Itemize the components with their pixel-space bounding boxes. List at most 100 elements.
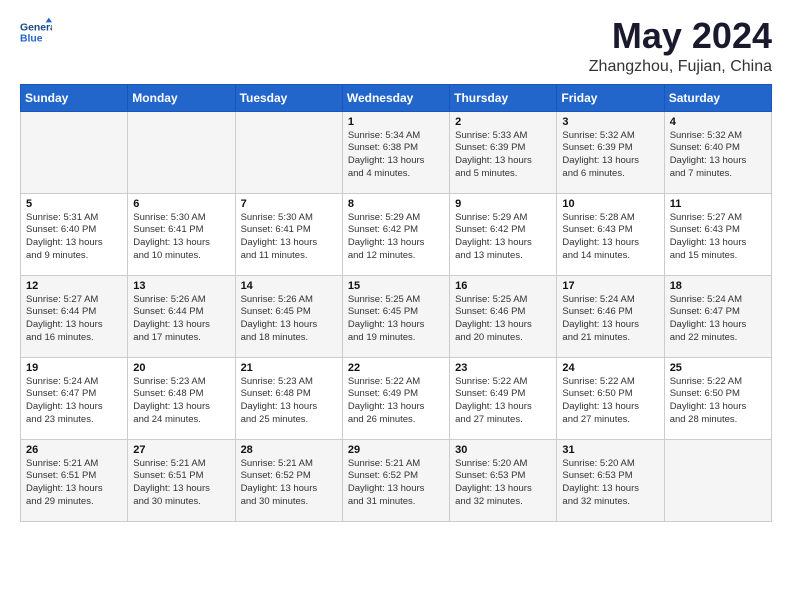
- calendar-cell: 5 Sunrise: 5:31 AMSunset: 6:40 PMDaylight…: [21, 193, 128, 275]
- calendar-cell: [21, 111, 128, 193]
- calendar-cell: 23Sunrise: 5:22 AMSunset: 6:49 PMDayligh…: [450, 357, 557, 439]
- header-row: Sunday Monday Tuesday Wednesday Thursday…: [21, 84, 772, 111]
- col-wednesday: Wednesday: [342, 84, 449, 111]
- day-info: Sunrise: 5:21 AMSunset: 6:51 PMDaylight:…: [133, 458, 229, 509]
- calendar-cell: 1 Sunrise: 5:34 AMSunset: 6:38 PMDaylight…: [342, 111, 449, 193]
- svg-text:Blue: Blue: [20, 34, 43, 45]
- calendar-cell: 31 Sunrise: 5:20 AMSunset: 6:53 PMDayligh…: [557, 439, 664, 521]
- calendar-cell: [235, 111, 342, 193]
- calendar-week-4: 19Sunrise: 5:24 AMSunset: 6:47 PMDayligh…: [21, 357, 772, 439]
- month-title: May 2024: [589, 16, 772, 56]
- calendar-cell: 18Sunrise: 5:24 AMSunset: 6:47 PMDayligh…: [664, 275, 771, 357]
- calendar-cell: 26Sunrise: 5:21 AMSunset: 6:51 PMDayligh…: [21, 439, 128, 521]
- day-info: Sunrise: 5:21 AMSunset: 6:52 PMDaylight:…: [241, 458, 337, 509]
- day-info: Sunrise: 5:32 AMSunset: 6:40 PMDaylight:…: [670, 130, 766, 181]
- day-number: 22: [348, 362, 444, 374]
- calendar-cell: 14 Sunrise: 5:26 AMSunset: 6:45 PMDayligh…: [235, 275, 342, 357]
- day-number: 25: [670, 362, 766, 374]
- day-info: Sunrise: 5:22 AMSunset: 6:50 PMDaylight:…: [670, 376, 766, 427]
- calendar-week-5: 26Sunrise: 5:21 AMSunset: 6:51 PMDayligh…: [21, 439, 772, 521]
- day-info: Sunrise: 5:30 AMSunset: 6:41 PMDaylight:…: [241, 212, 337, 263]
- day-number: 16: [455, 280, 551, 292]
- day-info: Sunrise: 5:32 AMSunset: 6:39 PMDaylight:…: [562, 130, 658, 181]
- col-tuesday: Tuesday: [235, 84, 342, 111]
- calendar-cell: [664, 439, 771, 521]
- calendar-cell: 9Sunrise: 5:29 AMSunset: 6:42 PMDaylight…: [450, 193, 557, 275]
- day-number: 30: [455, 444, 551, 456]
- day-number: 1: [348, 116, 444, 128]
- day-info: Sunrise: 5:27 AMSunset: 6:43 PMDaylight:…: [670, 212, 766, 263]
- day-info: Sunrise: 5:26 AMSunset: 6:44 PMDaylight:…: [133, 294, 229, 345]
- day-info: Sunrise: 5:28 AMSunset: 6:43 PMDaylight:…: [562, 212, 658, 263]
- calendar-table: Sunday Monday Tuesday Wednesday Thursday…: [20, 84, 772, 522]
- logo-icon: General Blue: [20, 16, 52, 48]
- calendar-cell: 8 Sunrise: 5:29 AMSunset: 6:42 PMDaylight…: [342, 193, 449, 275]
- header: General Blue May 2024 Zhangzhou, Fujian,…: [20, 16, 772, 76]
- day-number: 4: [670, 116, 766, 128]
- day-number: 13: [133, 280, 229, 292]
- day-info: Sunrise: 5:33 AMSunset: 6:39 PMDaylight:…: [455, 130, 551, 181]
- col-saturday: Saturday: [664, 84, 771, 111]
- calendar-week-1: 1 Sunrise: 5:34 AMSunset: 6:38 PMDaylight…: [21, 111, 772, 193]
- day-number: 31: [562, 444, 658, 456]
- day-info: Sunrise: 5:25 AMSunset: 6:46 PMDaylight:…: [455, 294, 551, 345]
- calendar-cell: 12 Sunrise: 5:27 AMSunset: 6:44 PMDayligh…: [21, 275, 128, 357]
- calendar-week-3: 12 Sunrise: 5:27 AMSunset: 6:44 PMDayligh…: [21, 275, 772, 357]
- calendar-cell: 25 Sunrise: 5:22 AMSunset: 6:50 PMDayligh…: [664, 357, 771, 439]
- day-info: Sunrise: 5:23 AMSunset: 6:48 PMDaylight:…: [241, 376, 337, 427]
- day-number: 18: [670, 280, 766, 292]
- day-number: 3: [562, 116, 658, 128]
- calendar-cell: 24 Sunrise: 5:22 AMSunset: 6:50 PMDayligh…: [557, 357, 664, 439]
- calendar-week-2: 5 Sunrise: 5:31 AMSunset: 6:40 PMDaylight…: [21, 193, 772, 275]
- day-info: Sunrise: 5:22 AMSunset: 6:49 PMDaylight:…: [348, 376, 444, 427]
- day-info: Sunrise: 5:22 AMSunset: 6:50 PMDaylight:…: [562, 376, 658, 427]
- calendar-cell: 20 Sunrise: 5:23 AMSunset: 6:48 PMDayligh…: [128, 357, 235, 439]
- day-number: 6: [133, 198, 229, 210]
- day-number: 9: [455, 198, 551, 210]
- title-area: May 2024 Zhangzhou, Fujian, China: [589, 16, 772, 76]
- day-number: 19: [26, 362, 122, 374]
- day-info: Sunrise: 5:21 AMSunset: 6:52 PMDaylight:…: [348, 458, 444, 509]
- day-number: 11: [670, 198, 766, 210]
- day-info: Sunrise: 5:23 AMSunset: 6:48 PMDaylight:…: [133, 376, 229, 427]
- calendar-cell: 13 Sunrise: 5:26 AMSunset: 6:44 PMDayligh…: [128, 275, 235, 357]
- day-number: 5: [26, 198, 122, 210]
- day-number: 10: [562, 198, 658, 210]
- logo: General Blue: [20, 16, 52, 48]
- calendar-cell: 30Sunrise: 5:20 AMSunset: 6:53 PMDayligh…: [450, 439, 557, 521]
- calendar-cell: 17Sunrise: 5:24 AMSunset: 6:46 PMDayligh…: [557, 275, 664, 357]
- calendar-cell: 27Sunrise: 5:21 AMSunset: 6:51 PMDayligh…: [128, 439, 235, 521]
- calendar-cell: 29Sunrise: 5:21 AMSunset: 6:52 PMDayligh…: [342, 439, 449, 521]
- day-number: 20: [133, 362, 229, 374]
- day-info: Sunrise: 5:20 AMSunset: 6:53 PMDaylight:…: [562, 458, 658, 509]
- day-info: Sunrise: 5:26 AMSunset: 6:45 PMDaylight:…: [241, 294, 337, 345]
- col-sunday: Sunday: [21, 84, 128, 111]
- calendar-cell: 21Sunrise: 5:23 AMSunset: 6:48 PMDayligh…: [235, 357, 342, 439]
- calendar-cell: 6Sunrise: 5:30 AMSunset: 6:41 PMDaylight…: [128, 193, 235, 275]
- col-monday: Monday: [128, 84, 235, 111]
- day-info: Sunrise: 5:31 AMSunset: 6:40 PMDaylight:…: [26, 212, 122, 263]
- calendar-cell: 16 Sunrise: 5:25 AMSunset: 6:46 PMDayligh…: [450, 275, 557, 357]
- page: General Blue May 2024 Zhangzhou, Fujian,…: [0, 0, 792, 542]
- day-number: 15: [348, 280, 444, 292]
- day-number: 7: [241, 198, 337, 210]
- day-number: 17: [562, 280, 658, 292]
- day-info: Sunrise: 5:29 AMSunset: 6:42 PMDaylight:…: [348, 212, 444, 263]
- day-info: Sunrise: 5:21 AMSunset: 6:51 PMDaylight:…: [26, 458, 122, 509]
- day-number: 14: [241, 280, 337, 292]
- day-info: Sunrise: 5:34 AMSunset: 6:38 PMDaylight:…: [348, 130, 444, 181]
- day-number: 8: [348, 198, 444, 210]
- calendar-cell: 3 Sunrise: 5:32 AMSunset: 6:39 PMDaylight…: [557, 111, 664, 193]
- location: Zhangzhou, Fujian, China: [589, 58, 772, 76]
- calendar-header: Sunday Monday Tuesday Wednesday Thursday…: [21, 84, 772, 111]
- day-number: 23: [455, 362, 551, 374]
- calendar-cell: 7 Sunrise: 5:30 AMSunset: 6:41 PMDaylight…: [235, 193, 342, 275]
- day-info: Sunrise: 5:27 AMSunset: 6:44 PMDaylight:…: [26, 294, 122, 345]
- calendar-cell: 15Sunrise: 5:25 AMSunset: 6:45 PMDayligh…: [342, 275, 449, 357]
- calendar-cell: 28Sunrise: 5:21 AMSunset: 6:52 PMDayligh…: [235, 439, 342, 521]
- day-number: 2: [455, 116, 551, 128]
- calendar-body: 1 Sunrise: 5:34 AMSunset: 6:38 PMDaylight…: [21, 111, 772, 521]
- calendar-cell: 19Sunrise: 5:24 AMSunset: 6:47 PMDayligh…: [21, 357, 128, 439]
- day-number: 24: [562, 362, 658, 374]
- day-number: 12: [26, 280, 122, 292]
